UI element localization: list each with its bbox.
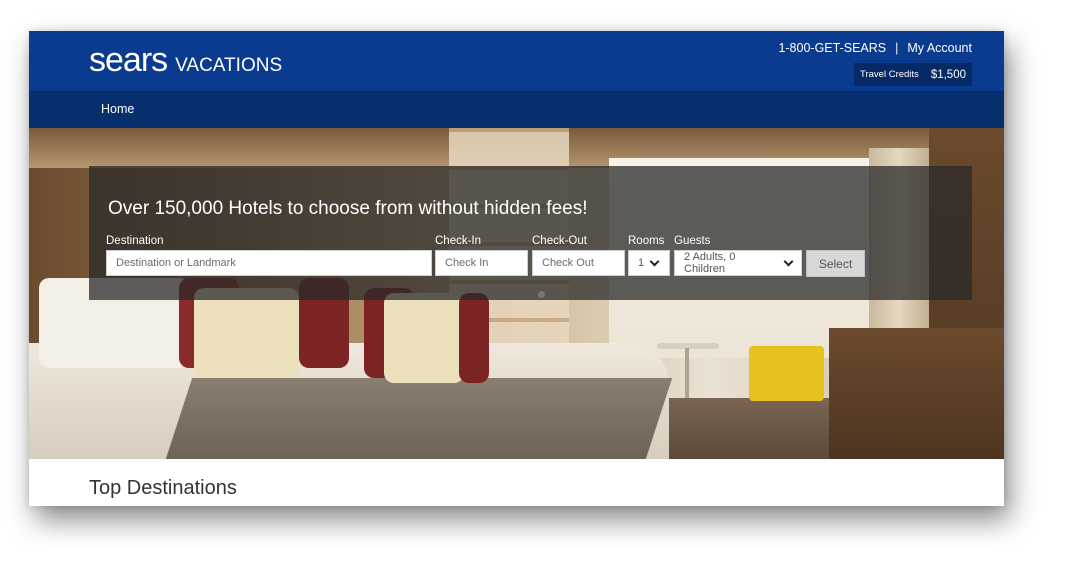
carousel-indicator[interactable] [538, 291, 545, 298]
hero-table-leg [685, 348, 689, 398]
logo-brand: sears [89, 41, 168, 79]
rooms-label: Rooms [628, 235, 665, 247]
checkin-label: Check-In [435, 235, 482, 247]
browser-page: sears VACATIONS 1-800-GET-SEARS | My Acc… [29, 31, 1004, 506]
travel-credits-badge[interactable]: Travel Credits $1,500 [854, 63, 972, 86]
checkout-input[interactable] [532, 250, 625, 276]
logo-subtitle: VACATIONS [175, 55, 283, 76]
destination-label: Destination [106, 235, 164, 247]
checkin-input[interactable] [435, 250, 528, 276]
search-headline: Over 150,000 Hotels to choose from witho… [108, 198, 588, 219]
guests-label: Guests [674, 235, 711, 247]
main-navigation: Home [29, 91, 1004, 128]
hero-pillow [194, 288, 299, 378]
chevron-down-icon [783, 256, 794, 266]
hero-ottoman [749, 346, 824, 401]
destination-input[interactable] [106, 250, 432, 276]
link-separator: | [895, 41, 899, 55]
header-bar: sears VACATIONS 1-800-GET-SEARS | My Acc… [29, 31, 1004, 91]
travel-credits-amount: $1,500 [930, 68, 966, 81]
guests-select[interactable]: 2 Adults, 0 Children [674, 250, 802, 276]
rooms-value: 1 [638, 257, 645, 269]
chevron-down-icon [649, 256, 660, 266]
guests-value: 2 Adults, 0 Children [684, 251, 736, 275]
my-account-link[interactable]: My Account [907, 41, 972, 55]
select-button[interactable]: Select [806, 250, 865, 277]
phone-number[interactable]: 1-800-GET-SEARS [778, 41, 886, 55]
hero-desk [829, 328, 1004, 459]
hero-pillow [384, 293, 464, 383]
checkout-label: Check-Out [532, 235, 587, 247]
top-destinations-heading: Top Destinations [89, 477, 237, 499]
hero-blanket [165, 378, 673, 459]
rooms-select[interactable]: 1 [628, 250, 670, 276]
nav-home-link[interactable]: Home [101, 102, 134, 116]
top-links: 1-800-GET-SEARS | My Account [778, 41, 972, 55]
hotel-search-panel: Over 150,000 Hotels to choose from witho… [89, 166, 972, 300]
hero-pillow [459, 293, 489, 383]
travel-credits-label: Travel Credits [860, 69, 919, 80]
sears-vacations-logo[interactable]: sears VACATIONS [89, 43, 282, 77]
